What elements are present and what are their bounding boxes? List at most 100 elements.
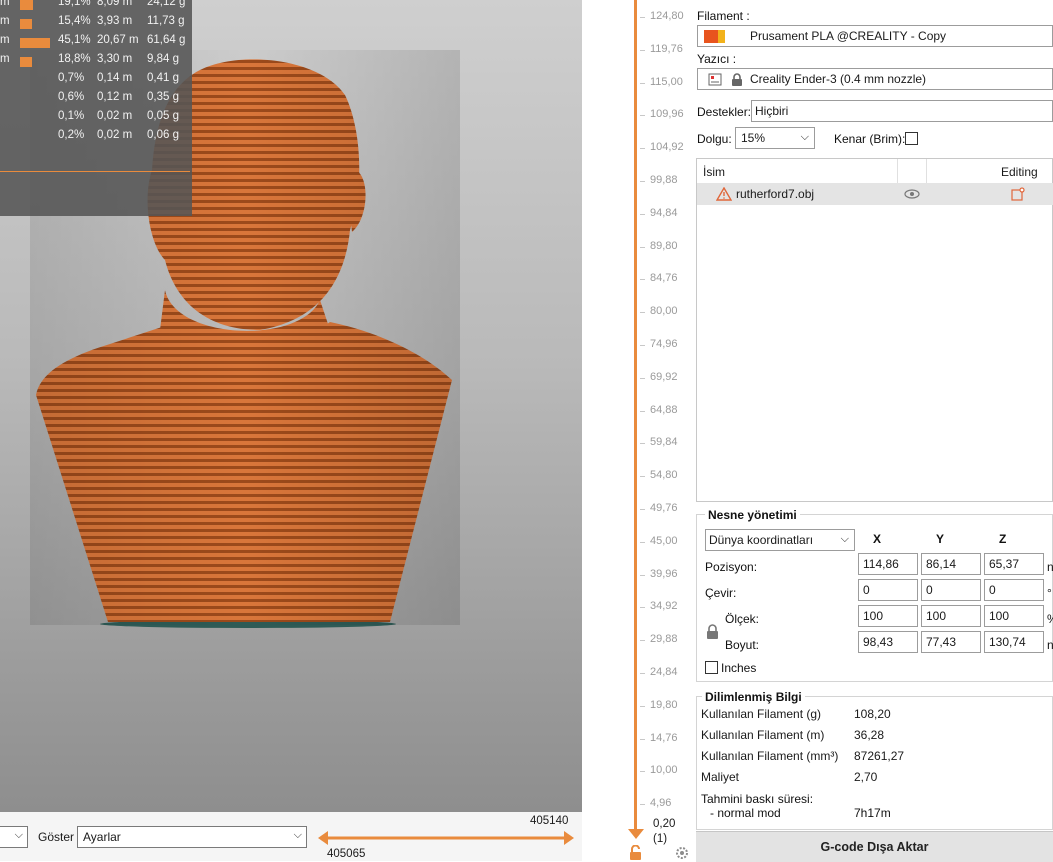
legend-unit: m: [0, 15, 10, 27]
legend-bar: [20, 19, 32, 29]
inches-label: Inches: [721, 661, 757, 675]
settings-icon[interactable]: [674, 845, 690, 861]
layer-tick-mark: [640, 17, 645, 18]
rotation-y-field[interactable]: 0: [921, 579, 981, 601]
layer-tick-mark: [640, 49, 645, 51]
layer-slider-thumb[interactable]: [627, 828, 645, 840]
header-editing[interactable]: Editing: [1001, 165, 1038, 179]
axis-z-label: Z: [999, 532, 1007, 546]
inches-checkbox[interactable]: [705, 661, 718, 674]
legend-percent: 0,1%: [58, 110, 85, 122]
sliced-info-row: Kullanılan Filament (mm³) 87261,27: [701, 749, 1041, 767]
position-unit: n: [1047, 560, 1053, 574]
legend-length: 0,02 m: [97, 129, 133, 141]
legend-row: 0,6% 0,12 m 0,35 g: [0, 91, 192, 110]
legend-weight: 0,35 g: [147, 91, 179, 103]
scale-y-value: 100: [926, 609, 947, 623]
legend-length: 0,14 m: [97, 72, 133, 84]
layer-tick-mark: [640, 640, 645, 642]
filament-color-swatch: [704, 30, 725, 43]
rotation-x-field[interactable]: 0: [858, 579, 918, 601]
size-y-value: 77,43: [926, 635, 957, 649]
horizontal-slider[interactable]: [314, 828, 578, 848]
sliced-info-title: Dilimlenmiş Bilgi: [702, 690, 805, 704]
object-list[interactable]: İsim Editing rutherford7.obj: [696, 158, 1053, 502]
layer-tick-mark: [640, 804, 645, 806]
lock-icon[interactable]: [706, 624, 720, 640]
sliced-info-key: Maliyet: [701, 770, 740, 784]
legend-row: m 19,1% 8,09 m 24,12 g: [0, 0, 192, 15]
rotation-z-field[interactable]: 0: [984, 579, 1044, 601]
layer-slider-track[interactable]: [634, 0, 637, 836]
layer-tick-mark: [640, 509, 645, 510]
legend-weight: 11,73 g: [147, 15, 185, 27]
position-y-field[interactable]: 86,14: [921, 553, 981, 575]
infill-combo[interactable]: 15% ⌵: [735, 127, 815, 149]
layer-tick-mark: [640, 771, 645, 773]
viewport-bottom-bar: ⌵ Göster Ayarlar ⌵ 405140 405065: [0, 812, 582, 861]
layer-tick-label: 74,96: [650, 338, 678, 350]
legend-percent: 18,8%: [58, 53, 91, 65]
legend-weight: 0,41 g: [147, 72, 179, 84]
supports-combo[interactable]: Hiçbiri: [751, 100, 1053, 122]
scale-z-field[interactable]: 100: [984, 605, 1044, 627]
legend-panel: m 19,1% 8,09 m 24,12 g m 15,4% 3,93 m 11,73 g m 4…: [0, 0, 192, 216]
layer-tick-label: 4,96: [650, 797, 672, 810]
scale-unit: %: [1047, 612, 1053, 626]
lock-icon[interactable]: [628, 845, 644, 861]
filament-label: Filament :: [697, 9, 750, 23]
show-combo[interactable]: Ayarlar ⌵: [77, 826, 307, 848]
legend-row: 0,7% 0,14 m 0,41 g: [0, 72, 192, 91]
scale-label: Ölçek:: [725, 612, 760, 626]
sliced-info-row: Kullanılan Filament (m) 36,28: [701, 728, 1041, 746]
export-gcode-button[interactable]: G-code Dışa Aktar: [696, 831, 1053, 862]
printer-icon: [708, 73, 722, 86]
layer-tick-mark: [640, 279, 645, 281]
layer-tick-label: 59,84: [650, 436, 678, 449]
printer-combo[interactable]: Creality Ender-3 (0.4 mm nozzle): [697, 68, 1053, 90]
brim-checkbox[interactable]: [905, 132, 918, 145]
layer-tick-label: 80,00: [650, 305, 678, 318]
print-time-value: 7h17m: [854, 806, 891, 820]
size-z-field[interactable]: 130,74: [984, 631, 1044, 653]
layer-tick-mark: [640, 574, 645, 576]
header-name[interactable]: İsim: [703, 165, 725, 179]
layer-tick-mark: [640, 377, 645, 379]
object-row[interactable]: rutherford7.obj: [697, 183, 1053, 205]
rotation-y-value: 0: [926, 583, 933, 597]
scale-z-value: 100: [989, 609, 1010, 623]
layer-tick-mark: [640, 246, 645, 248]
layer-tick-label: 94,84: [650, 206, 678, 219]
legend-divider: [0, 171, 190, 172]
infill-label: Dolgu:: [697, 132, 732, 146]
legend-percent: 19,1%: [58, 0, 91, 8]
layer-tick-label: 10,00: [650, 764, 678, 777]
layer-tick-mark: [640, 607, 645, 609]
size-y-field[interactable]: 77,43: [921, 631, 981, 653]
scale-y-field[interactable]: 100: [921, 605, 981, 627]
edit-icon[interactable]: [1011, 187, 1025, 201]
legend-length: 3,93 m: [97, 15, 133, 27]
sliced-info-row: Maliyet 2,70: [701, 770, 1041, 788]
filament-value: Prusament PLA @CREALITY - Copy: [750, 29, 947, 43]
filament-combo[interactable]: Prusament PLA @CREALITY - Copy: [697, 25, 1053, 47]
eye-icon[interactable]: [904, 188, 920, 200]
3d-viewport[interactable]: m 19,1% 8,09 m 24,12 g m 15,4% 3,93 m 11,73 g m 4…: [0, 0, 582, 812]
object-list-header: İsim Editing: [697, 159, 1053, 184]
scale-x-field[interactable]: 100: [858, 605, 918, 627]
position-z-field[interactable]: 65,37: [984, 553, 1044, 575]
layer-tick-mark: [640, 443, 645, 445]
layer-tick-label: 109,96: [650, 108, 684, 121]
sliced-info-value: 87261,27: [854, 749, 905, 763]
size-x-field[interactable]: 98,43: [858, 631, 918, 653]
legend-weight: 24,12 g: [147, 0, 186, 8]
coordinate-system-combo[interactable]: Dünya koordinatları ⌵: [705, 529, 855, 551]
legend-bar: [20, 0, 33, 10]
view-type-combo[interactable]: ⌵: [0, 826, 28, 848]
object-name: rutherford7.obj: [736, 187, 815, 201]
position-x-field[interactable]: 114,86: [858, 553, 918, 575]
rotation-unit: °: [1047, 586, 1052, 600]
brim-label: Kenar (Brim):: [834, 132, 906, 146]
layer-tick-mark: [640, 148, 645, 150]
layer-tick-mark: [640, 213, 645, 215]
